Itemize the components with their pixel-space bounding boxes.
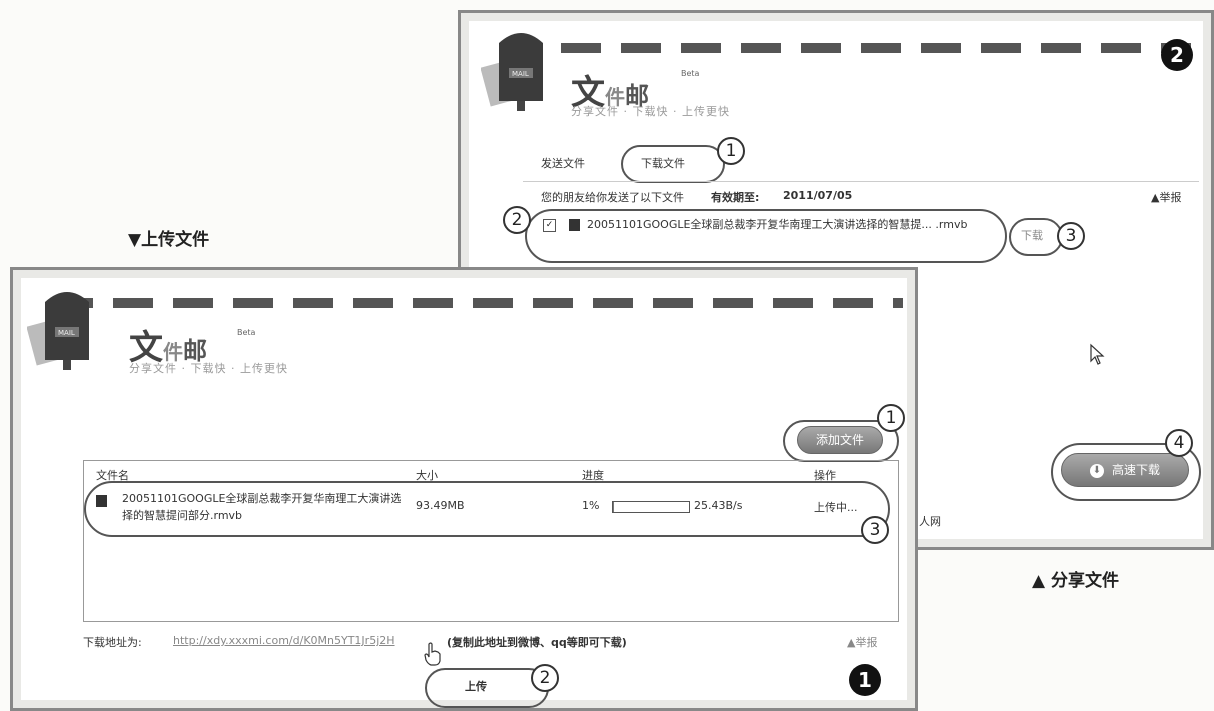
- progress-percent: 1%: [582, 499, 600, 512]
- marker-2: 2: [503, 206, 531, 234]
- marker-4: 4: [1165, 429, 1193, 457]
- slogan: 分享文件 · 下载快 · 上传更快: [129, 362, 288, 375]
- beta-label: Beta: [237, 328, 256, 337]
- airmail-stripe: [53, 298, 903, 308]
- upload-window: MAIL 文件邮 Beta 分享文件 · 下载快 · 上传更快 添加文件 1 文…: [10, 267, 918, 711]
- step-badge: 2: [1161, 39, 1193, 71]
- mouse-cursor-icon: [1090, 343, 1105, 365]
- progress-bar-fill: [613, 502, 614, 512]
- progress-bar: [612, 501, 690, 513]
- mailbox-icon: MAIL: [481, 33, 543, 111]
- download-url[interactable]: http://xdy.xxxmi.com/d/K0Mn5YT1Jr5j2H: [173, 634, 395, 647]
- upload-speed: 25.43B/s: [694, 499, 743, 512]
- step-badge: 1: [849, 664, 881, 696]
- download-icon: ⬇: [1089, 463, 1104, 478]
- copy-hint: (复制此地址到微博、qq等即可下载): [447, 636, 627, 649]
- tab-underline: [523, 181, 1199, 182]
- tab-download[interactable]: 下载文件: [641, 155, 685, 171]
- slogan: 分享文件 · 下载快 · 上传更快: [571, 105, 730, 118]
- marker-1: 1: [877, 404, 905, 432]
- airmail-stripe: [501, 43, 1191, 53]
- file-name: 20051101GOOGLE全球副总裁李开复华南理工大演讲选择的智慧提问部分.r…: [122, 492, 402, 522]
- tab-send[interactable]: 发送文件: [541, 155, 585, 171]
- notice-text: 您的朋友给你发送了以下文件: [541, 191, 684, 204]
- beta-label: Beta: [681, 69, 700, 78]
- file-size: 93.49MB: [416, 499, 465, 512]
- file-icon: [96, 495, 107, 507]
- file-name: 20051101GOOGLE全球副总裁李开复华南理工大演讲选择的智慧提... .…: [587, 218, 968, 231]
- add-file-button[interactable]: 添加文件: [797, 426, 883, 454]
- marker-1: 1: [717, 137, 745, 165]
- mailbox-icon: MAIL: [27, 292, 89, 370]
- validity-date: 2011/07/05: [783, 189, 853, 202]
- svg-text:MAIL: MAIL: [58, 329, 75, 337]
- file-checkbox[interactable]: ✓: [543, 219, 556, 232]
- marker-3: 3: [1057, 222, 1085, 250]
- marker-3: 3: [861, 516, 889, 544]
- share-caption: ▲ 分享文件: [1032, 571, 1119, 591]
- download-url-label: 下载地址为:: [83, 636, 142, 649]
- download-link[interactable]: 下载: [1021, 227, 1043, 243]
- marker-2: 2: [531, 664, 559, 692]
- validity-label: 有效期至:: [711, 191, 760, 204]
- upload-caption: ▼上传文件: [128, 230, 210, 250]
- file-table: 文件名 大小 进度 操作 20051101GOOGLE全球副总裁李开复华南理工大…: [83, 460, 899, 622]
- footer-fragment: 人网: [919, 515, 941, 528]
- report-link[interactable]: ▲举报: [1151, 189, 1181, 205]
- upload-button[interactable]: 上传: [465, 678, 487, 694]
- high-speed-download-button[interactable]: ⬇ 高速下载: [1061, 453, 1189, 487]
- report-link[interactable]: ▲举报: [847, 634, 877, 650]
- svg-text:MAIL: MAIL: [512, 70, 529, 78]
- upload-status: 上传中...: [814, 501, 858, 514]
- file-icon: [569, 219, 580, 231]
- hand-cursor-icon: [424, 642, 441, 666]
